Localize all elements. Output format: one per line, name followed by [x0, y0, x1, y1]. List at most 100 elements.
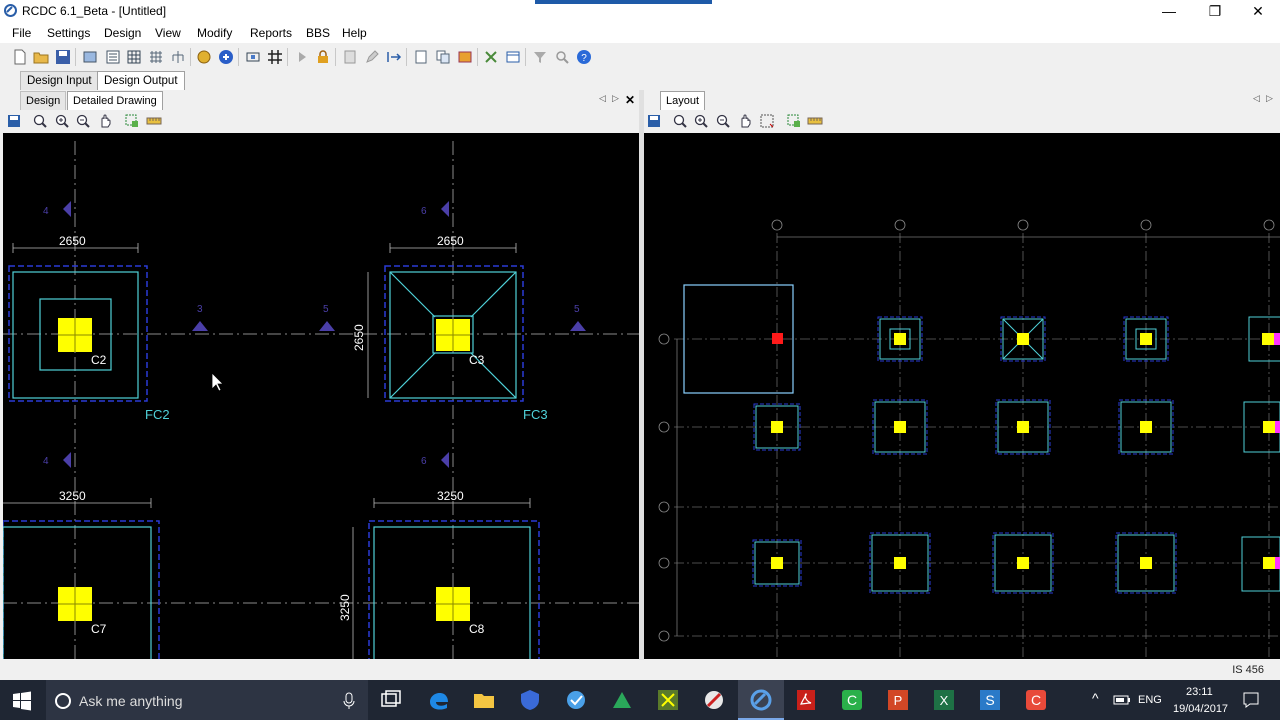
grid-icon[interactable] [148, 49, 164, 65]
rcdc-app-icon[interactable] [749, 688, 773, 712]
menu-view[interactable]: View [155, 26, 181, 40]
skype-icon[interactable]: S [978, 688, 1002, 712]
tab-design[interactable]: Design [20, 91, 67, 110]
zoom-icon[interactable] [672, 113, 688, 129]
clock-time[interactable]: 23:11 [1186, 686, 1213, 698]
restore-button[interactable]: ❐ [1192, 0, 1238, 22]
windows-start-icon[interactable] [12, 691, 32, 711]
detailed-drawing-canvas[interactable]: C2 FC2 2650 C3 FC3 2650 2650 C7 3250 C8 … [2, 133, 639, 662]
language-indicator[interactable]: ENG [1138, 694, 1162, 706]
outlook-icon[interactable] [564, 688, 588, 712]
staad-icon[interactable] [656, 688, 680, 712]
tools-app-icon[interactable] [702, 688, 726, 712]
zoom-out-icon[interactable] [75, 113, 91, 129]
toolbar-separator [287, 48, 288, 66]
tree-icon[interactable] [170, 49, 186, 65]
title-bar: RCDC 6.1_Beta - [Untitled] — ❐ ✕ [0, 0, 1280, 22]
task-view-icon[interactable] [379, 688, 403, 712]
dim-text-c2: 2650 [59, 234, 86, 248]
edge-browser-icon[interactable] [427, 688, 451, 712]
dim-text-c3: 2650 [437, 234, 464, 248]
lock-icon[interactable] [315, 49, 331, 65]
search-icon[interactable] [554, 49, 570, 65]
column-label-c7: C7 [91, 622, 107, 636]
globe-icon[interactable] [196, 49, 212, 65]
save-layout-icon[interactable] [646, 113, 662, 129]
design-code-status: IS 456 [1232, 664, 1264, 676]
menu-file[interactable]: File [12, 26, 31, 40]
tab-design-input[interactable]: Design Input [20, 71, 99, 90]
tab-prev-arrow[interactable]: ◁ [599, 93, 606, 104]
section-mark-label: 4 [43, 206, 49, 217]
edit-icon[interactable] [364, 49, 380, 65]
measure-icon[interactable] [807, 113, 823, 129]
report-icon[interactable] [342, 49, 358, 65]
zoom-in-icon[interactable] [54, 113, 70, 129]
tab-layout[interactable]: Layout [660, 91, 706, 111]
layout-next-arrow[interactable]: ▷ [1266, 93, 1273, 104]
tab-next-arrow[interactable]: ▷ [612, 93, 619, 104]
close-window-button[interactable]: ✕ [1235, 0, 1280, 22]
notifications-icon[interactable] [1242, 691, 1260, 709]
pan-hand-icon[interactable] [97, 113, 113, 129]
layout-canvas[interactable] [644, 133, 1280, 659]
schedule-icon[interactable] [505, 49, 521, 65]
table-icon[interactable] [126, 49, 142, 65]
column-icon[interactable] [245, 49, 261, 65]
zoom-out-icon[interactable] [715, 113, 731, 129]
help-icon[interactable]: ? [576, 49, 592, 65]
menu-reports[interactable]: Reports [250, 26, 292, 40]
toolbar-separator [75, 48, 76, 66]
select-window-icon[interactable] [786, 113, 802, 129]
save-drawing-icon[interactable] [6, 113, 22, 129]
menu-bbs[interactable]: BBS [306, 26, 330, 40]
structural-app-icon[interactable] [610, 688, 634, 712]
microphone-icon[interactable] [342, 692, 356, 710]
mouse-cursor-icon [211, 372, 224, 392]
import-icon[interactable] [82, 49, 98, 65]
zoom-in-icon[interactable] [693, 113, 709, 129]
column-label-c8: C8 [469, 622, 485, 636]
menu-help[interactable]: Help [342, 26, 367, 40]
layout-prev-arrow[interactable]: ◁ [1253, 93, 1260, 104]
list-icon[interactable] [105, 49, 121, 65]
tools-icon[interactable] [483, 49, 499, 65]
clipboard-icon[interactable] [413, 49, 429, 65]
copy-icon[interactable] [435, 49, 451, 65]
tab-detailed-drawing[interactable]: Detailed Drawing [67, 91, 163, 111]
menu-bar: File Settings Design View Modify Reports… [0, 22, 1280, 43]
navigate-icon[interactable] [218, 49, 234, 65]
export-icon[interactable] [386, 49, 402, 65]
powerpoint-icon[interactable]: P [886, 688, 910, 712]
app-shield-icon[interactable] [518, 688, 542, 712]
open-folder-icon[interactable] [33, 49, 49, 65]
camtasia-icon[interactable]: C [840, 688, 864, 712]
tray-chevron-icon[interactable]: ^ [1092, 690, 1099, 706]
file-explorer-icon[interactable] [472, 688, 496, 712]
menu-design[interactable]: Design [104, 26, 141, 40]
window-select-icon[interactable] [759, 113, 775, 129]
section-mark-label: 6 [421, 206, 427, 217]
layers-icon[interactable] [457, 49, 473, 65]
select-window-icon[interactable] [124, 113, 140, 129]
save-icon[interactable] [55, 49, 71, 65]
battery-icon[interactable] [1113, 694, 1131, 706]
hash-grid-icon[interactable] [267, 49, 283, 65]
new-file-icon[interactable] [12, 49, 28, 65]
zoom-icon[interactable] [32, 113, 48, 129]
close-panel-button[interactable]: ✕ [625, 93, 635, 107]
measure-icon[interactable] [146, 113, 162, 129]
play-icon[interactable] [294, 49, 310, 65]
menu-settings[interactable]: Settings [47, 26, 90, 40]
capture-app-icon[interactable]: C [1024, 688, 1048, 712]
cortana-circle-icon [55, 693, 71, 709]
pan-hand-icon[interactable] [737, 113, 753, 129]
excel-icon[interactable]: X [932, 688, 956, 712]
clock-date[interactable]: 19/04/2017 [1173, 703, 1228, 715]
right-panel-tabbar [644, 90, 1280, 111]
pdf-reader-icon[interactable] [794, 688, 818, 712]
tab-design-output[interactable]: Design Output [97, 71, 185, 91]
menu-modify[interactable]: Modify [197, 26, 232, 40]
minimize-button[interactable]: — [1146, 0, 1192, 22]
filter-icon[interactable] [532, 49, 548, 65]
